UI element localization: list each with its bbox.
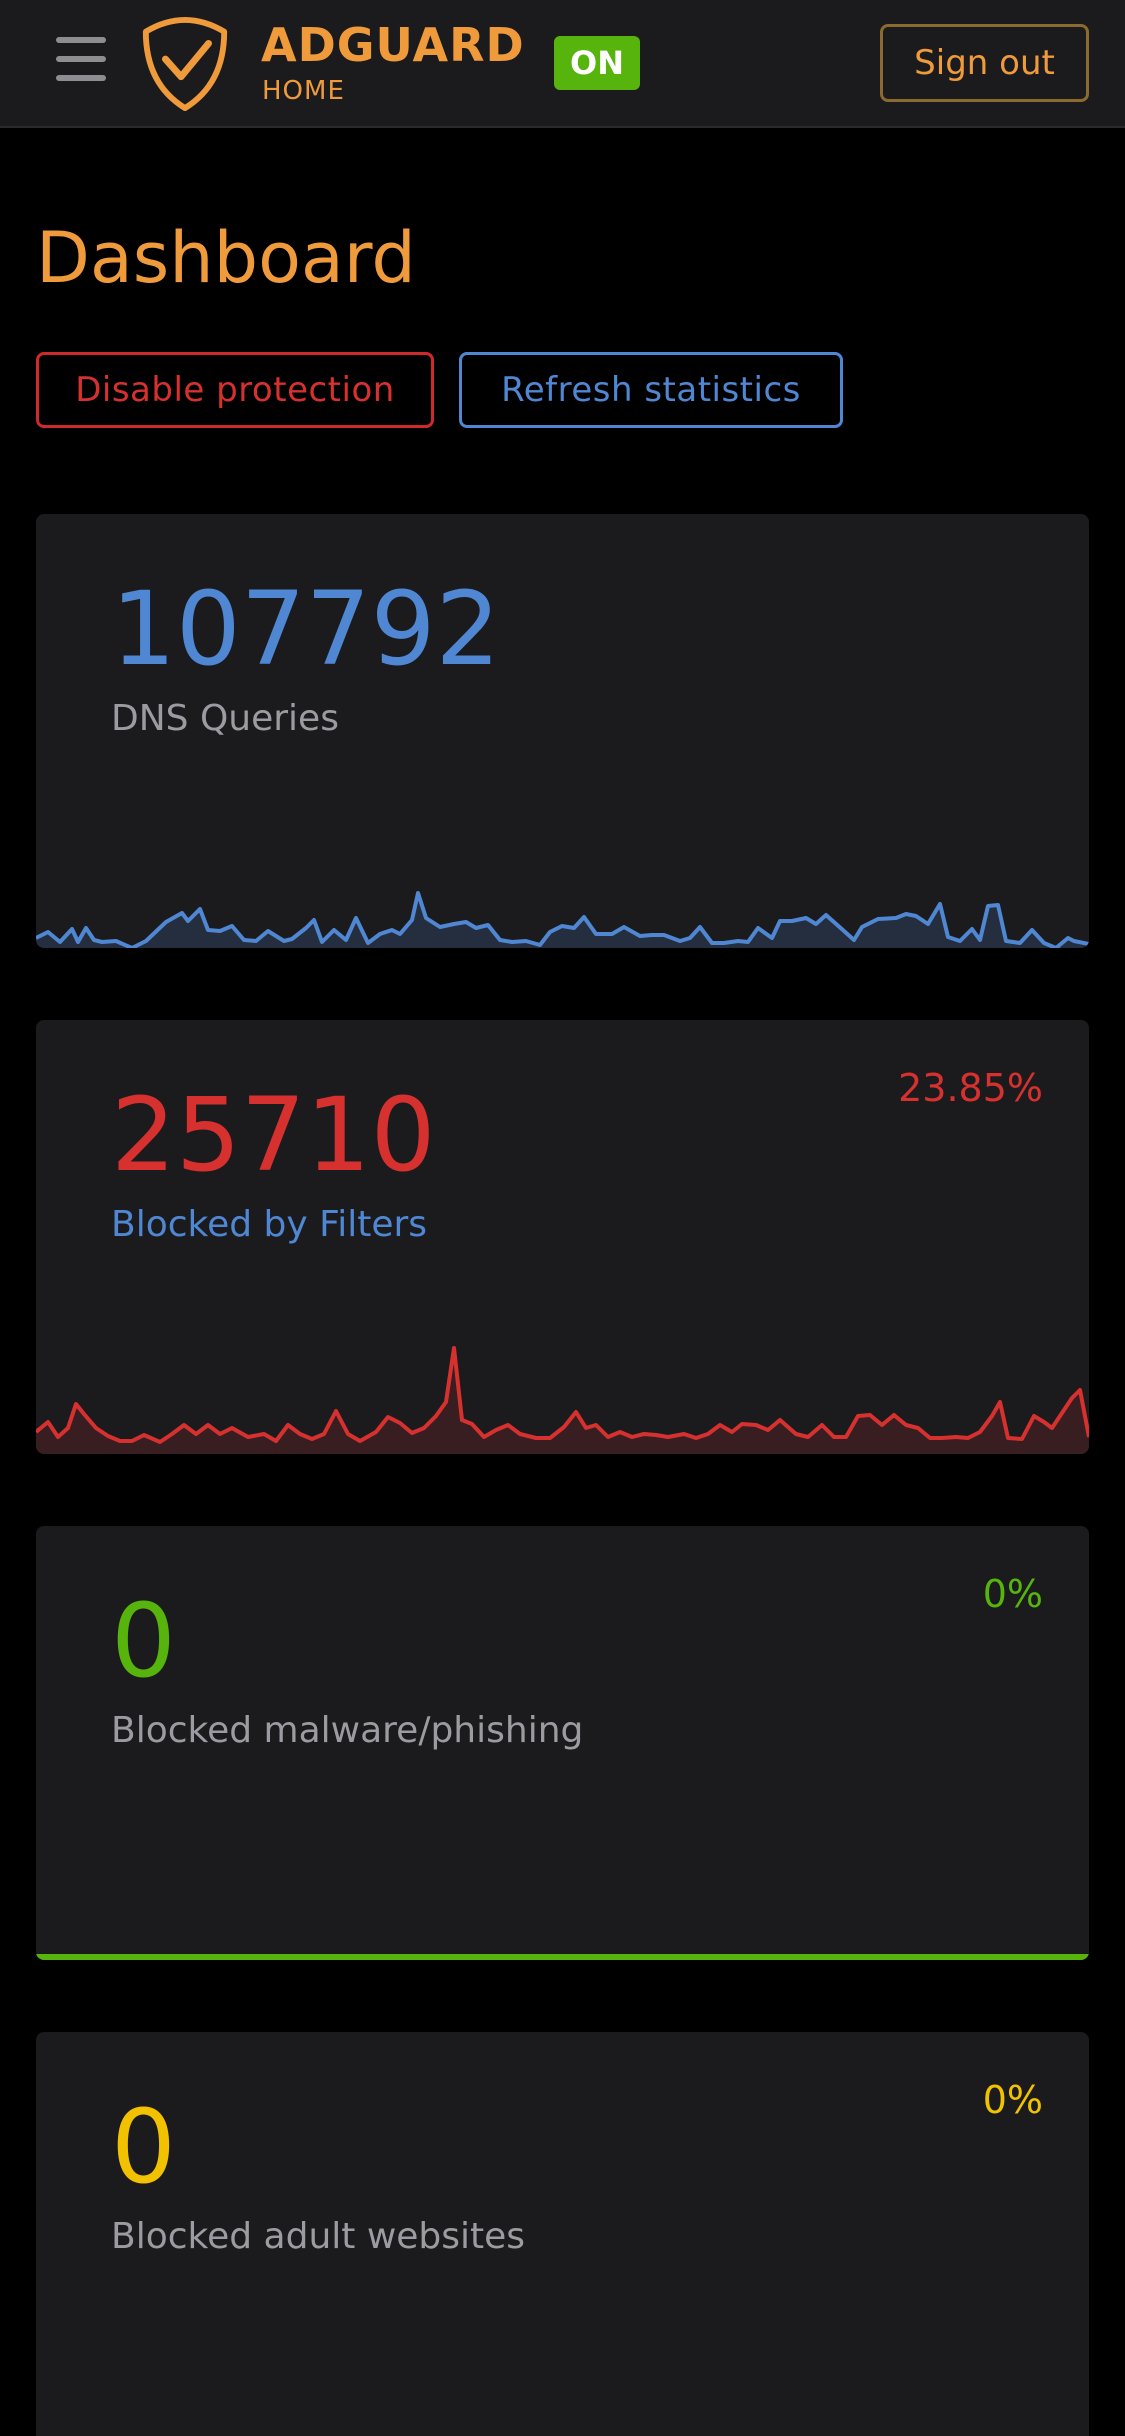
- blocked-malware-sparkline: [36, 1954, 1089, 1960]
- blocked-by-filters-sparkline: [36, 1346, 1089, 1454]
- blocked-malware-card: 0% 0 Blocked malware/phishing: [36, 1526, 1089, 1960]
- blocked-by-filters-label: Blocked by Filters: [111, 1204, 428, 1245]
- adguard-shield-logo-icon[interactable]: [136, 14, 234, 112]
- blocked-by-filters-card: 23.85% 25710 Blocked by Filters: [36, 1020, 1089, 1454]
- dns-queries-card: 107792 DNS Queries: [36, 514, 1089, 948]
- dns-queries-sparkline: [36, 891, 1089, 948]
- blocked-adult-label: Blocked adult websites: [111, 2216, 526, 2257]
- protection-status-badge: ON: [554, 36, 640, 90]
- blocked-malware-percent: 0%: [982, 1572, 1043, 1616]
- dns-queries-value: 107792: [111, 570, 501, 689]
- brand-name: ADGUARD: [261, 18, 525, 72]
- blocked-adult-value: 0: [111, 2088, 176, 2207]
- top-navbar: ADGUARD HOME ON Sign out: [0, 0, 1125, 128]
- page-title: Dashboard: [36, 217, 416, 299]
- sign-out-button[interactable]: Sign out: [880, 24, 1089, 102]
- blocked-malware-value: 0: [111, 1582, 176, 1701]
- blocked-adult-percent: 0%: [982, 2078, 1043, 2122]
- disable-protection-button[interactable]: Disable protection: [36, 352, 434, 428]
- blocked-by-filters-value: 25710: [111, 1076, 436, 1195]
- blocked-malware-label: Blocked malware/phishing: [111, 1710, 584, 1751]
- refresh-statistics-button[interactable]: Refresh statistics: [459, 352, 843, 428]
- dns-queries-label: DNS Queries: [111, 698, 339, 739]
- brand-subtitle: HOME: [262, 76, 345, 106]
- hamburger-menu-icon[interactable]: [56, 37, 110, 81]
- blocked-adult-card: 0% 0 Blocked adult websites: [36, 2032, 1089, 2436]
- blocked-by-filters-percent: 23.85%: [898, 1066, 1043, 1110]
